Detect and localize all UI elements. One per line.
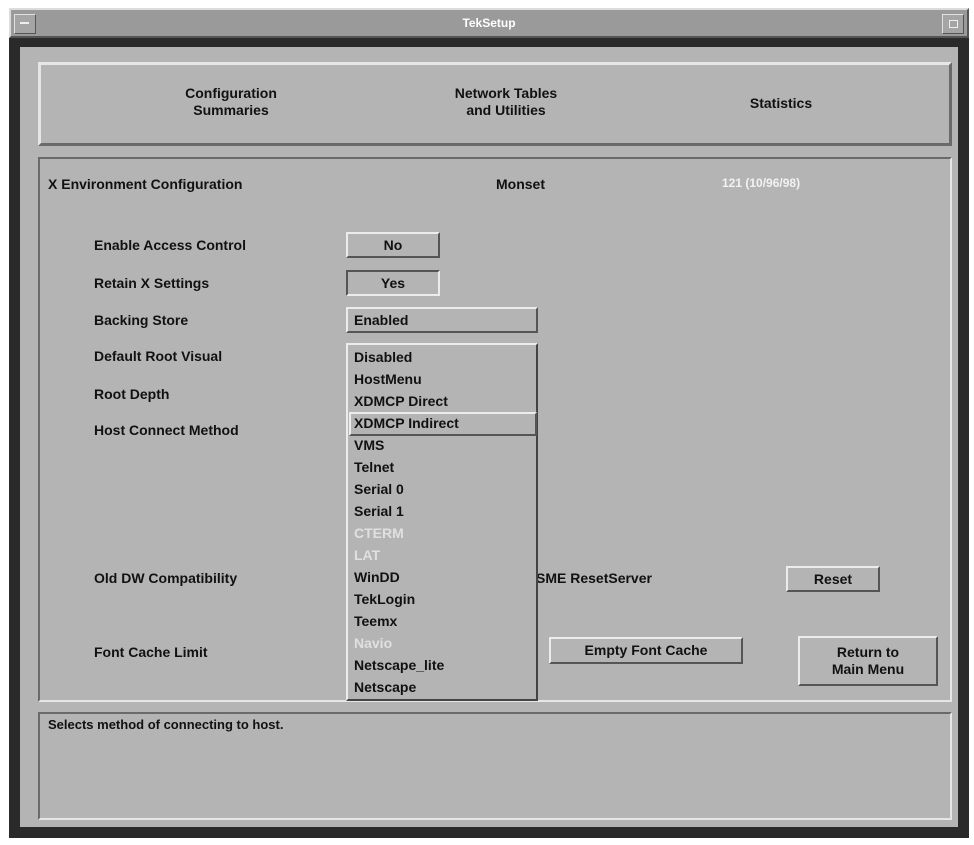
dropdown-item[interactable]: HostMenu	[354, 368, 422, 390]
dropdown-item[interactable]: XDMCP Direct	[354, 390, 448, 412]
root-depth-label: Root Depth	[94, 386, 170, 402]
dropdown-item[interactable]: VMS	[354, 434, 384, 456]
dropdown-item[interactable]: WinDD	[354, 566, 400, 588]
retain-x-settings-button[interactable]: Yes	[346, 270, 440, 296]
help-text: Selects method of connecting to host.	[48, 717, 284, 732]
dropdown-item: LAT	[354, 547, 381, 563]
minimize-icon	[949, 20, 958, 28]
dropdown-item[interactable]: Teemx	[354, 610, 397, 632]
empty-font-cache-button[interactable]: Empty Font Cache	[549, 637, 743, 664]
tab-configuration-summaries[interactable]: Configuration Summaries	[171, 85, 291, 119]
tabs-panel: Configuration Summaries Network Tables a…	[38, 62, 952, 146]
reset-button[interactable]: Reset	[786, 566, 880, 592]
dropdown-item[interactable]: Serial 0	[354, 478, 404, 500]
old-dw-compat-label: Old DW Compatibility	[94, 570, 238, 586]
sme-reset-server-label: SME ResetServer	[536, 570, 652, 586]
enable-access-control-button[interactable]: No	[346, 232, 440, 258]
font-cache-limit-label: Font Cache Limit	[94, 644, 208, 660]
tab-statistics[interactable]: Statistics	[721, 95, 841, 112]
dropdown-item[interactable]: Netscape	[354, 676, 416, 698]
backing-store-select[interactable]: Enabled	[346, 307, 538, 333]
dropdown-item: CTERM	[354, 525, 404, 541]
dropdown-list: Disabled HostMenu XDMCP Direct XDMCP Indire…	[346, 343, 538, 701]
dropdown-item[interactable]: TekLogin	[354, 588, 415, 610]
return-main-menu-button[interactable]: Return to Main Menu	[798, 636, 938, 686]
default-root-visual-label: Default Root Visual	[94, 348, 223, 364]
title-bar: TekSetup	[9, 8, 969, 38]
monitor-name: Monset	[496, 176, 545, 192]
ip-address: 121 (10/96/98)	[722, 176, 801, 190]
dropdown-item[interactable]: Disabled	[354, 346, 412, 368]
dropdown-item[interactable]: Serial 1	[354, 500, 404, 522]
window-title: TekSetup	[462, 16, 516, 30]
dropdown-item[interactable]: XDMCP Indirect	[354, 412, 459, 434]
dropdown-item[interactable]: Telnet	[354, 456, 394, 478]
retain-x-settings-label: Retain X Settings	[94, 275, 210, 291]
host-connect-method-label: Host Connect Method	[94, 422, 239, 438]
tab-network-tables[interactable]: Network Tables and Utilities	[436, 85, 576, 119]
dropdown-item[interactable]: Netscape_lite	[354, 654, 444, 676]
backing-store-label: Backing Store	[94, 312, 189, 328]
section-title: X Environment Configuration	[48, 176, 243, 192]
dropdown-item: Navio	[354, 635, 393, 651]
minimize-button[interactable]	[942, 14, 964, 34]
enable-access-control-label: Enable Access Control	[94, 237, 246, 253]
